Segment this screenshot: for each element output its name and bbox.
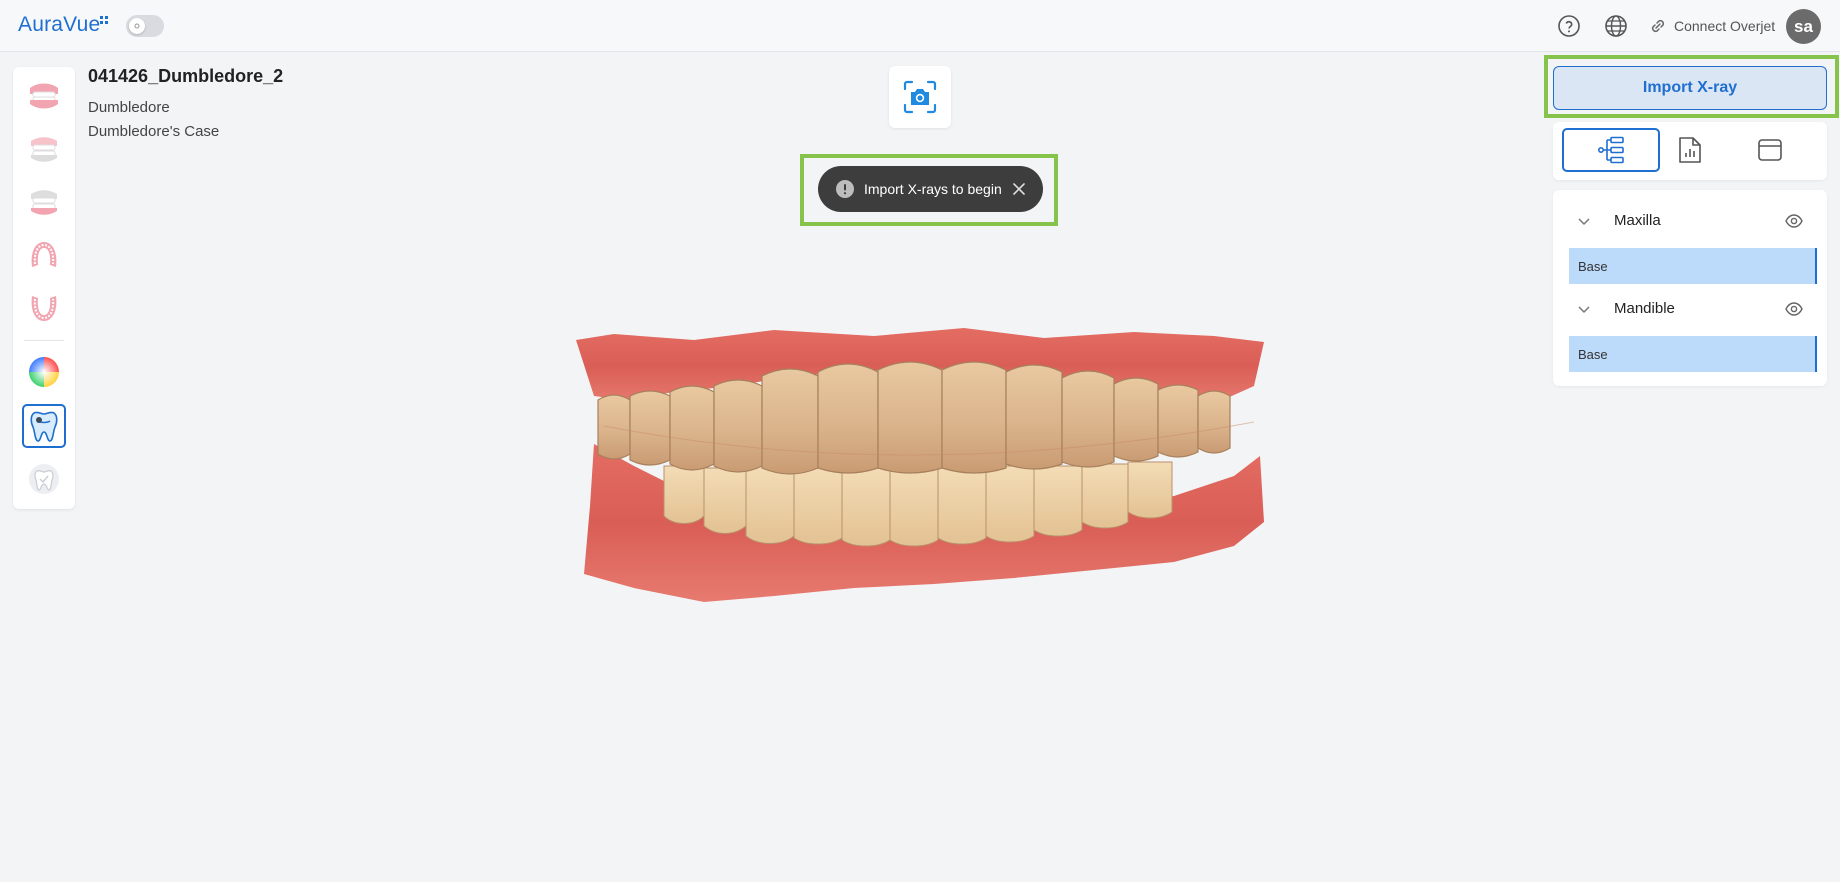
top-bar: AuraVue Connect Overjet sa [0, 0, 1840, 52]
occlusion-teeth-icon[interactable] [22, 180, 66, 224]
layer-name: Maxilla [1614, 212, 1661, 229]
link-icon [1651, 19, 1665, 33]
xray-tooth-icon[interactable] [22, 404, 66, 448]
toolbar-divider [24, 340, 64, 341]
avatar[interactable]: sa [1786, 9, 1821, 44]
eye-icon[interactable] [1785, 300, 1803, 318]
alert-icon [836, 180, 854, 198]
close-icon[interactable] [1011, 181, 1027, 197]
view-tabs [1553, 122, 1827, 180]
brand-mark-icon [100, 16, 108, 24]
connect-overjet-label: Connect Overjet [1674, 18, 1776, 34]
color-wheel-icon[interactable] [22, 350, 66, 394]
layers-panel: Maxilla Base Mandible Base [1553, 190, 1827, 386]
layer-item-mandible-base[interactable]: Base [1569, 336, 1817, 372]
import-xray-button[interactable]: Import X-ray [1553, 66, 1827, 110]
theme-toggle[interactable] [126, 15, 164, 37]
camera-capture-icon [903, 80, 937, 114]
globe-icon[interactable] [1604, 14, 1628, 38]
patient-name: Dumbledore [88, 99, 170, 116]
layer-group-mandible[interactable]: Mandible [1553, 291, 1827, 327]
toast-message: Import X-rays to begin [864, 181, 1002, 197]
report-document-icon [1679, 137, 1701, 163]
chevron-down-icon[interactable] [1577, 302, 1591, 316]
screenshot-button[interactable] [889, 66, 951, 128]
full-arch-teeth-icon[interactable] [22, 74, 66, 118]
sun-icon [129, 18, 145, 34]
tooth-check-icon[interactable] [22, 457, 66, 501]
tab-layout[interactable] [1721, 128, 1819, 172]
toast-notification: Import X-rays to begin [818, 166, 1043, 212]
layer-item-maxilla-base[interactable]: Base [1569, 248, 1817, 284]
chevron-down-icon[interactable] [1577, 214, 1591, 228]
connect-overjet-button[interactable]: Connect Overjet [1648, 14, 1775, 38]
upper-arch-icon[interactable] [22, 233, 66, 277]
layer-name: Mandible [1614, 300, 1675, 317]
both-arches-teeth-icon[interactable] [22, 127, 66, 171]
eye-icon[interactable] [1785, 212, 1803, 230]
case-title: 041426_Dumbledore_2 [88, 66, 284, 86]
layer-group-maxilla[interactable]: Maxilla [1553, 203, 1827, 239]
panel-layout-icon [1758, 139, 1782, 161]
lower-arch-icon[interactable] [22, 286, 66, 330]
help-icon[interactable] [1557, 14, 1581, 38]
brand-logo: AuraVue [18, 13, 101, 36]
tree-structure-icon [1597, 136, 1624, 164]
case-name: Dumbledore's Case [88, 123, 220, 140]
dental-model-3d-view[interactable] [574, 326, 1266, 608]
left-toolbar [13, 67, 75, 509]
